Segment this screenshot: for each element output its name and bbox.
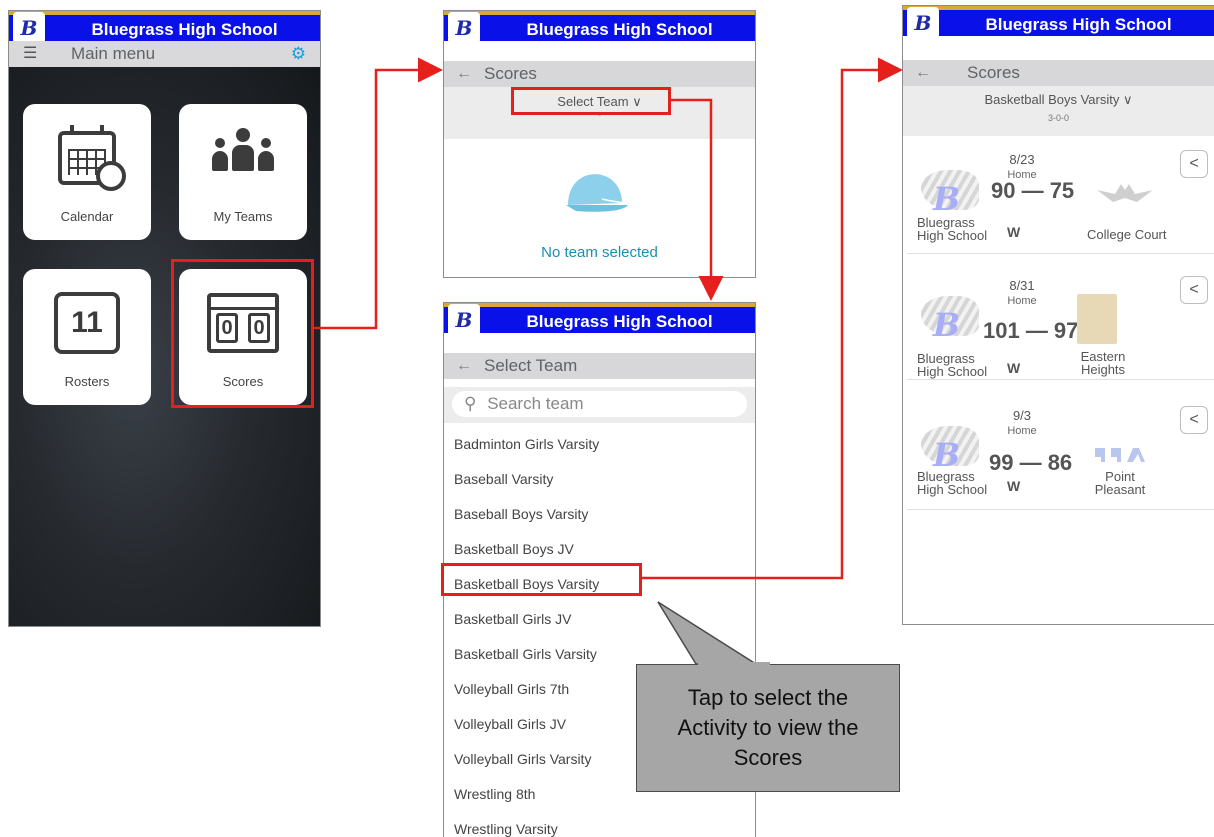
callout-text: Tap to select the Activity to view the S… [677, 685, 859, 770]
instruction-callout: Tap to select the Activity to view the S… [636, 664, 900, 792]
callout-pointer [657, 601, 759, 665]
arrow-scores-to-scores-screen [314, 57, 443, 330]
arrow-select-team-to-list [671, 98, 724, 301]
arrow-list-to-team-scores [642, 57, 903, 580]
connector-arrows [314, 57, 903, 580]
callout-join [698, 662, 770, 666]
